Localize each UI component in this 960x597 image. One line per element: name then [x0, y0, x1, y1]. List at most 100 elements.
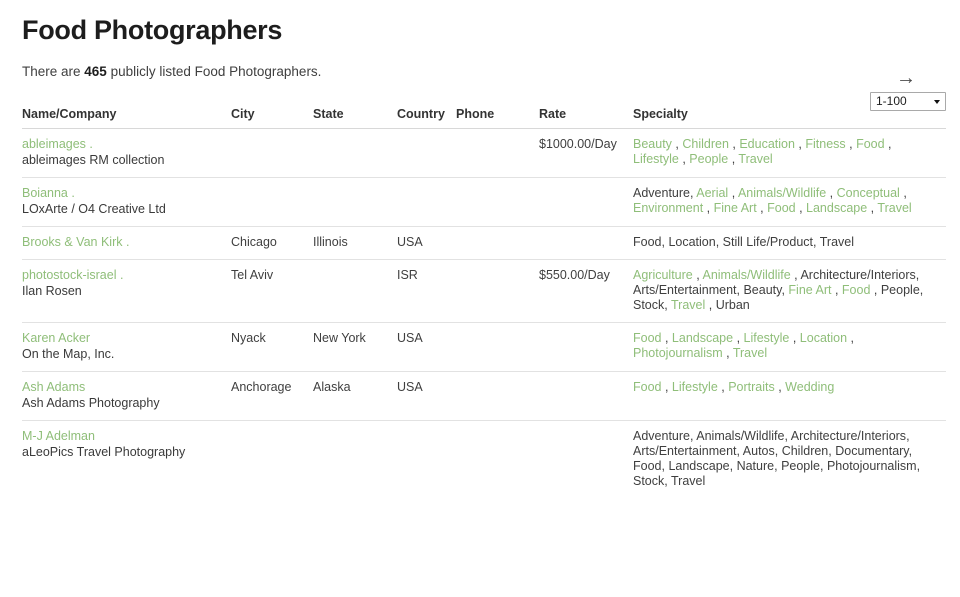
specialty-text: Children [781, 444, 829, 458]
specialty-text: Location [668, 235, 716, 249]
cell-rate: $1000.00/Day [539, 128, 633, 178]
specialty-text: People [781, 459, 820, 473]
specialty-link[interactable]: Animals/Wildlife [702, 268, 790, 282]
specialty-link[interactable]: Food [767, 201, 796, 215]
specialty-link[interactable]: Fitness [805, 137, 845, 151]
specialty-link[interactable]: Food [842, 283, 871, 297]
pagination-inner: → 1-100 [870, 68, 946, 111]
specialty-separator: , [906, 429, 910, 443]
specialty-link[interactable]: Beauty [633, 137, 672, 151]
specialty-separator: , [774, 380, 786, 394]
cell-country [397, 421, 456, 499]
specialty-link[interactable]: Education [739, 137, 795, 151]
specialty-link[interactable]: Agriculture [633, 268, 693, 282]
specialty-link[interactable]: Lifestyle [633, 152, 679, 166]
cell-city [231, 128, 313, 178]
specialty-link[interactable]: Food [633, 331, 662, 345]
cell-country: USA [397, 322, 456, 372]
specialty-link[interactable]: Conceptual [837, 186, 900, 200]
column-header-state: State [313, 107, 397, 129]
specialty-link[interactable]: Portraits [728, 380, 775, 394]
cell-phone [456, 371, 539, 421]
specialty-link[interactable]: Fine Art [714, 201, 757, 215]
specialty-text: Still Life/Product [722, 235, 813, 249]
specialty-link[interactable]: Environment [633, 201, 703, 215]
specialty-text: Urban [715, 298, 750, 312]
cell-rate [539, 177, 633, 227]
specialty-separator: , [899, 186, 907, 200]
specialty-link[interactable]: Fine Art [788, 283, 831, 297]
next-page-arrow-icon[interactable]: → [896, 68, 916, 88]
specialty-link[interactable]: Wedding [785, 380, 834, 394]
specialty-separator: , [774, 444, 782, 458]
specialty-separator: , [728, 137, 740, 151]
cell-country: USA [397, 371, 456, 421]
specialty-link[interactable]: Animals/Wildlife [738, 186, 826, 200]
cell-city: Anchorage [231, 371, 313, 421]
specialty-link[interactable]: Travel [738, 152, 772, 166]
specialty-text: Architecture/Interiors [790, 429, 907, 443]
specialty-text: Food [633, 235, 662, 249]
cell-phone [456, 177, 539, 227]
specialty-link[interactable]: Travel [877, 201, 911, 215]
specialty-text: Documentary [835, 444, 909, 458]
column-header-name: Name/Company [22, 107, 231, 129]
photographer-name-link[interactable]: Ash Adams [22, 380, 225, 395]
specialty-separator: , [831, 283, 842, 297]
specialty-link[interactable]: Lifestyle [744, 331, 790, 345]
specialty-text: Arts/Entertainment [633, 283, 737, 297]
specialty-text: Animals/Wildlife [696, 429, 785, 443]
specialty-link[interactable]: People [689, 152, 728, 166]
cell-country [397, 177, 456, 227]
specialty-text: Landscape [668, 459, 730, 473]
column-header-city: City [231, 107, 313, 129]
pagination-controls: → 1-100 [746, 68, 946, 111]
table-row: Brooks & Van Kirk . Chicago Illinois USA Foo… [22, 226, 946, 260]
photographer-name-link[interactable]: photostock-israel . [22, 268, 225, 283]
specialty-link[interactable]: Lifestyle [672, 380, 718, 394]
cell-specialty: Food , Landscape , Lifestyle , Location … [633, 322, 946, 372]
cell-state: New York [313, 322, 397, 372]
specialty-link[interactable]: Location [800, 331, 847, 345]
specialty-link[interactable]: Aerial [696, 186, 728, 200]
page-range-select[interactable]: 1-100 [870, 92, 946, 111]
specialty-separator: , [820, 459, 827, 473]
specialty-separator: , [661, 380, 672, 394]
table-row: M-J Adelman aLeoPics Travel Photography Ad… [22, 421, 946, 499]
specialty-text: Architecture/Interiors [800, 268, 916, 282]
cell-city: Tel Aviv [231, 259, 313, 323]
cell-phone [456, 128, 539, 178]
specialty-text: Nature [736, 459, 775, 473]
specialty-separator: , [870, 283, 881, 297]
photographer-name-link[interactable]: Karen Acker [22, 331, 225, 346]
specialty-link[interactable]: Children [682, 137, 729, 151]
cell-state: Illinois [313, 226, 397, 260]
photographer-name-link[interactable]: M-J Adelman [22, 429, 225, 444]
cell-state [313, 177, 397, 227]
specialty-separator: , [867, 201, 878, 215]
specialty-separator: , [715, 235, 723, 249]
specialty-separator: , [908, 444, 913, 458]
photographer-name-link[interactable]: Brooks & Van Kirk . [22, 235, 225, 250]
specialty-link[interactable]: Landscape [672, 331, 733, 345]
specialty-link[interactable]: Food [856, 137, 885, 151]
specialty-link[interactable]: Food [633, 380, 662, 394]
cell-country [397, 128, 456, 178]
specialty-link[interactable]: Landscape [806, 201, 867, 215]
specialty-link[interactable]: Travel [671, 298, 705, 312]
summary-suffix: publicly listed Food Photographers. [106, 64, 322, 79]
cell-rate [539, 371, 633, 421]
cell-state: Alaska [313, 371, 397, 421]
specialty-link[interactable]: Travel [733, 346, 767, 360]
specialty-link[interactable]: Photojournalism [633, 346, 723, 360]
specialty-separator: , [733, 331, 744, 345]
cell-city [231, 421, 313, 499]
specialty-text: Adventure [633, 429, 690, 443]
table-row: photostock-israel . Ilan Rosen Tel Aviv ISR… [22, 259, 946, 323]
cell-phone [456, 421, 539, 499]
specialty-separator: , [756, 201, 768, 215]
company-name: Ilan Rosen [22, 284, 82, 298]
photographer-name-link[interactable]: Boianna . [22, 186, 225, 201]
photographer-name-link[interactable]: ableimages . [22, 137, 225, 152]
cell-specialty: Adventure, Aerial , Animals/Wildlife , C… [633, 177, 946, 227]
